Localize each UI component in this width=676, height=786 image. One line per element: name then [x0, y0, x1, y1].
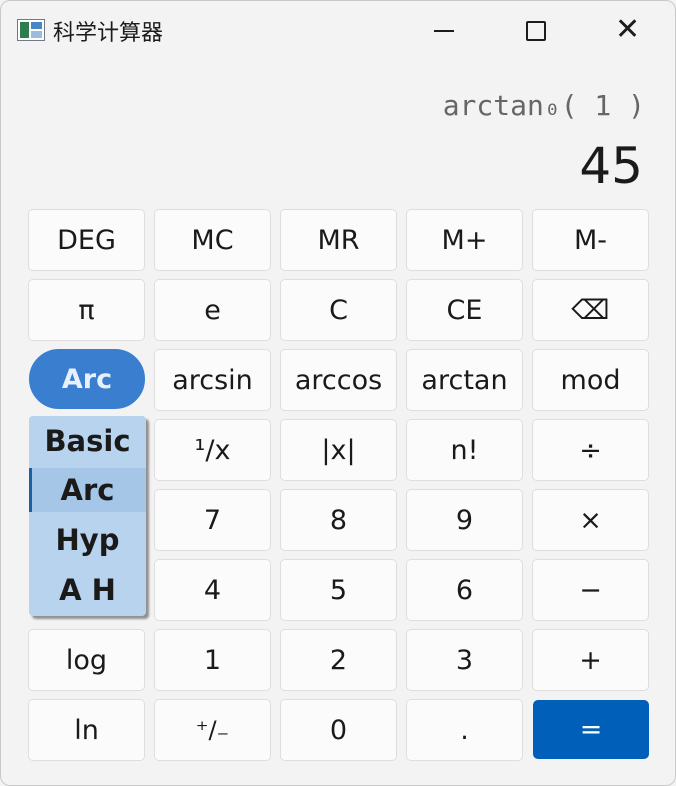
memory-clear-button[interactable]: MC: [154, 209, 271, 271]
arc-mode-button[interactable]: Arc: [29, 349, 145, 409]
decimal-button[interactable]: .: [406, 699, 523, 761]
digit-2-button[interactable]: 2: [280, 629, 397, 691]
factorial-button[interactable]: n!: [406, 419, 523, 481]
divide-button[interactable]: ÷: [532, 419, 649, 481]
backspace-icon: ⌫: [571, 294, 610, 326]
expression-display: arctan₀( 1 ): [442, 89, 645, 122]
arcsin-button[interactable]: arcsin: [154, 349, 271, 411]
title-bar: 科学计算器 ✕: [1, 1, 675, 59]
close-button[interactable]: ✕: [597, 9, 657, 51]
equals-button[interactable]: =: [533, 700, 649, 759]
digit-1-button[interactable]: 1: [154, 629, 271, 691]
digit-4-button[interactable]: 4: [154, 559, 271, 621]
close-icon: ✕: [615, 12, 641, 47]
minimize-icon: [434, 30, 454, 32]
arctan-button[interactable]: arctan: [406, 349, 523, 411]
digit-8-button[interactable]: 8: [280, 489, 397, 551]
reciprocal-button[interactable]: ¹/x: [154, 419, 271, 481]
digit-9-button[interactable]: 9: [406, 489, 523, 551]
memory-add-button[interactable]: M+: [406, 209, 523, 271]
maximize-icon: [526, 21, 546, 41]
e-button[interactable]: e: [154, 279, 271, 341]
window-title: 科学计算器: [53, 21, 164, 46]
multiply-button[interactable]: ×: [532, 489, 649, 551]
negate-button[interactable]: ⁺/₋: [154, 699, 271, 761]
result-display: 45: [579, 137, 643, 195]
menu-item-arc-hyp[interactable]: A H: [29, 568, 146, 612]
clear-entry-button[interactable]: CE: [406, 279, 523, 341]
mod-button[interactable]: mod: [532, 349, 649, 411]
digit-5-button[interactable]: 5: [280, 559, 397, 621]
digit-7-button[interactable]: 7: [154, 489, 271, 551]
menu-item-hyp[interactable]: Hyp: [29, 518, 146, 562]
minimize-button[interactable]: [413, 9, 473, 51]
digit-6-button[interactable]: 6: [406, 559, 523, 621]
memory-recall-button[interactable]: MR: [280, 209, 397, 271]
clear-button[interactable]: C: [280, 279, 397, 341]
memory-subtract-button[interactable]: M-: [532, 209, 649, 271]
backspace-button[interactable]: ⌫: [532, 279, 649, 341]
arccos-button[interactable]: arccos: [280, 349, 397, 411]
menu-item-basic[interactable]: Basic: [29, 419, 146, 463]
digit-3-button[interactable]: 3: [406, 629, 523, 691]
maximize-button[interactable]: [505, 9, 565, 51]
selection-indicator: [29, 468, 32, 512]
calculator-window: 科学计算器 ✕ arctan₀( 1 ) 45 DEG MC MR M+ M- …: [0, 0, 676, 786]
log-button[interactable]: log: [28, 629, 145, 691]
calculator-app-icon: [17, 19, 45, 41]
pi-button[interactable]: π: [28, 279, 145, 341]
absolute-value-button[interactable]: |x|: [280, 419, 397, 481]
digit-0-button[interactable]: 0: [280, 699, 397, 761]
menu-item-arc[interactable]: Arc: [29, 468, 146, 512]
mode-dropdown-menu: Basic Arc Hyp A H: [29, 416, 146, 616]
ln-button[interactable]: ln: [28, 699, 145, 761]
deg-button[interactable]: DEG: [28, 209, 145, 271]
minus-button[interactable]: −: [532, 559, 649, 621]
plus-button[interactable]: +: [532, 629, 649, 691]
